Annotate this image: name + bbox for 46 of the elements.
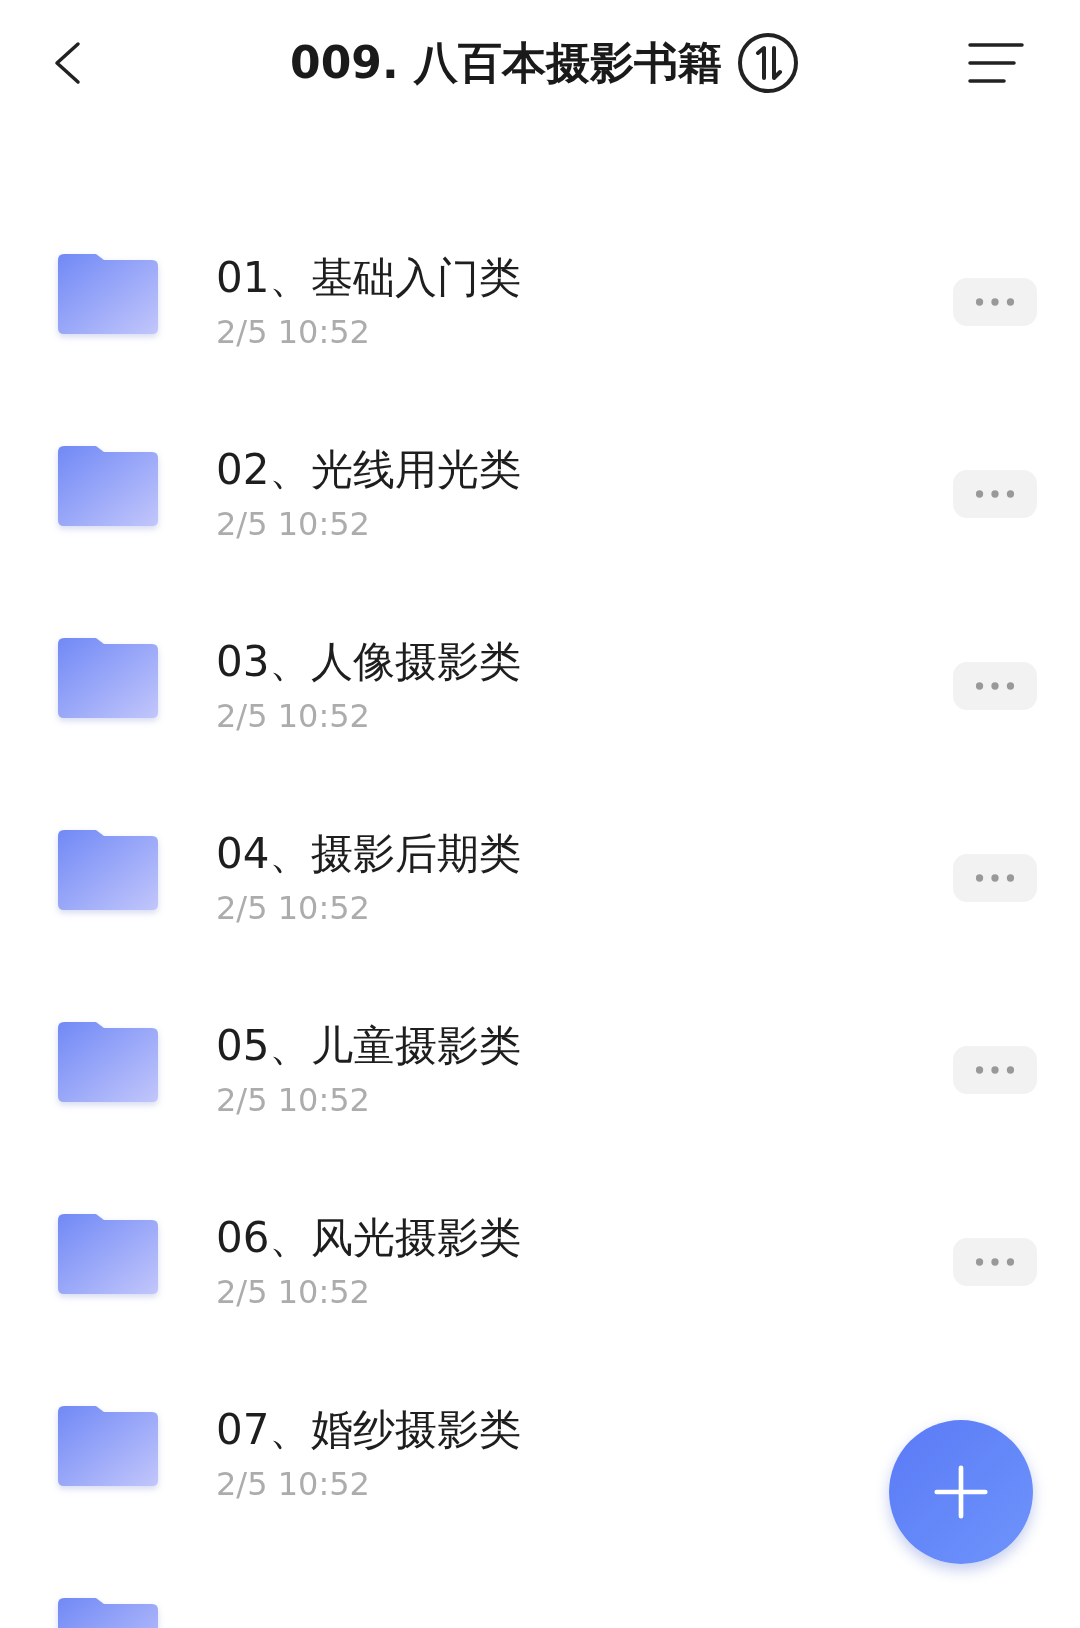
folder-row[interactable]: 06、风光摄影类 2/5 10:52 (0, 1166, 1080, 1358)
folder-date: 2/5 10:52 (216, 1081, 370, 1120)
folder-icon (56, 252, 160, 336)
folder-name: 04、摄影后期类 (216, 828, 522, 880)
folder-name: 02、光线用光类 (216, 444, 522, 496)
folder-name: 01、基础入门类 (216, 252, 522, 304)
folder-name: 06、风光摄影类 (216, 1212, 522, 1264)
more-icon (975, 681, 1015, 691)
plus-icon (933, 1464, 989, 1520)
more-button[interactable] (953, 1238, 1037, 1286)
folder-date: 2/5 10:52 (216, 1273, 370, 1312)
more-button[interactable] (953, 662, 1037, 710)
more-icon (975, 489, 1015, 499)
folder-icon (56, 444, 160, 528)
folder-date: 2/5 10:52 (216, 1465, 370, 1504)
more-icon (975, 1065, 1015, 1075)
more-icon (975, 297, 1015, 307)
folder-icon (56, 1020, 160, 1104)
folder-date: 2/5 10:52 (216, 505, 370, 544)
folder-name: 07、婚纱摄影类 (216, 1404, 522, 1456)
folder-icon (56, 1404, 160, 1488)
folder-row[interactable]: 04、摄影后期类 2/5 10:52 (0, 782, 1080, 974)
folder-row[interactable]: 07、婚纱摄影类 2/5 10:52 (0, 1358, 1080, 1550)
menu-icon[interactable] (968, 41, 1024, 85)
folder-title: 009. 八百本摄影书籍 (290, 35, 722, 90)
more-button[interactable] (953, 1046, 1037, 1094)
folder-row[interactable]: 02、光线用光类 2/5 10:52 (0, 398, 1080, 590)
folder-icon (56, 1212, 160, 1296)
folder-name: 05、儿童摄影类 (216, 1020, 522, 1072)
folder-row[interactable]: 05、儿童摄影类 2/5 10:52 (0, 974, 1080, 1166)
more-button[interactable] (953, 854, 1037, 902)
folder-icon (56, 828, 160, 912)
folder-row[interactable]: 03、人像摄影类 2/5 10:52 (0, 590, 1080, 782)
folder-name: 03、人像摄影类 (216, 636, 522, 688)
folder-date: 2/5 10:52 (216, 697, 370, 736)
more-icon (975, 1257, 1015, 1267)
folder-date: 2/5 10:52 (216, 313, 370, 352)
more-icon (975, 873, 1015, 883)
folder-date: 2/5 10:52 (216, 889, 370, 928)
more-button[interactable] (953, 470, 1037, 518)
folder-row[interactable]: 01、基础入门类 2/5 10:52 (0, 206, 1080, 398)
folder-icon (56, 636, 160, 720)
more-button[interactable] (953, 278, 1037, 326)
sort-icon[interactable] (735, 31, 800, 95)
add-button[interactable] (889, 1420, 1033, 1564)
back-icon[interactable] (52, 41, 82, 85)
